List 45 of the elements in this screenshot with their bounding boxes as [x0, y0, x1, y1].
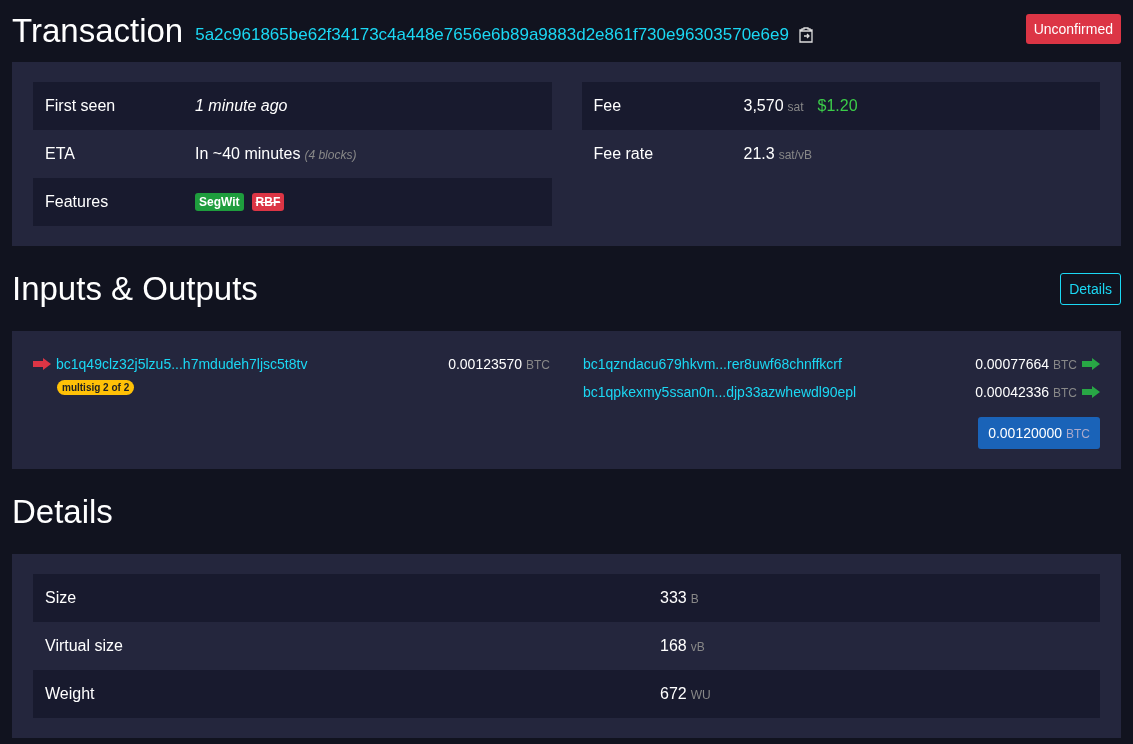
amount: 0.00123570 — [448, 356, 523, 372]
unit-label: BTC — [1053, 385, 1077, 400]
row-value: 168 — [660, 637, 687, 655]
unit-label: BTC — [526, 358, 550, 372]
row-label: Features — [45, 193, 110, 211]
row-label: ETA — [45, 145, 76, 163]
fiat-value: $1.20 — [817, 97, 858, 115]
total-amount-badge: 0.00120000 BTC — [978, 417, 1100, 449]
address-link[interactable]: bc1qzndacu679hkvm...rer8uwf68chnffkcrf — [583, 355, 842, 372]
arrow-right-icon — [1082, 357, 1100, 370]
unit-label: B — [690, 592, 699, 606]
details-button[interactable]: Details — [1060, 272, 1121, 305]
amount: 0.00077664 — [975, 355, 1050, 372]
row-note: (4 blocks) — [304, 148, 357, 162]
unit-label: WU — [690, 688, 711, 702]
script-type-badge: multisig 2 of 2 — [57, 380, 135, 395]
copy-icon[interactable] — [798, 27, 813, 43]
amount: 0.00042336 — [975, 383, 1050, 400]
row-label: Size — [45, 589, 78, 607]
unit-label: sat/vB — [778, 148, 812, 162]
unit-label: sat — [787, 100, 804, 114]
arrow-right-icon — [33, 358, 51, 370]
row-value: 672 — [660, 685, 687, 703]
status-badge: Unconfirmed — [1025, 13, 1121, 44]
feature-badge: SegWit — [195, 193, 244, 211]
address-link[interactable]: bc1qpkexmy5ssan0n...djp33azwhewdl90epl — [583, 383, 857, 400]
arrow-right-icon — [1082, 385, 1100, 398]
page-title: Transaction — [12, 12, 184, 50]
row-label: Fee rate — [593, 145, 655, 163]
section-title: Details — [12, 492, 113, 531]
unit-label: BTC — [1053, 357, 1077, 372]
row-value: 3,570 — [743, 97, 784, 115]
txid-link[interactable]: 5a2c961865be62f34173c4a448e7656e6b89a9883d2e861f730e96303570e6e9 — [195, 25, 789, 45]
section-title: Inputs & Outputs — [12, 269, 258, 308]
row-value: 21.3 — [743, 145, 775, 163]
row-value: 1 minute ago — [195, 97, 288, 115]
row-label: Virtual size — [45, 637, 124, 655]
row-label: Weight — [45, 685, 96, 703]
row-label: First seen — [45, 97, 117, 115]
address-link[interactable]: bc1q49clz32j5lzu5...h7mdudeh7ljsc5t8tv — [56, 356, 308, 372]
unit-label: vB — [690, 640, 705, 654]
row-value: In ~40 minutes — [195, 145, 301, 163]
row-label: Fee — [593, 97, 623, 115]
row-value: 333 — [660, 589, 687, 607]
feature-badge: RBF — [251, 193, 285, 211]
